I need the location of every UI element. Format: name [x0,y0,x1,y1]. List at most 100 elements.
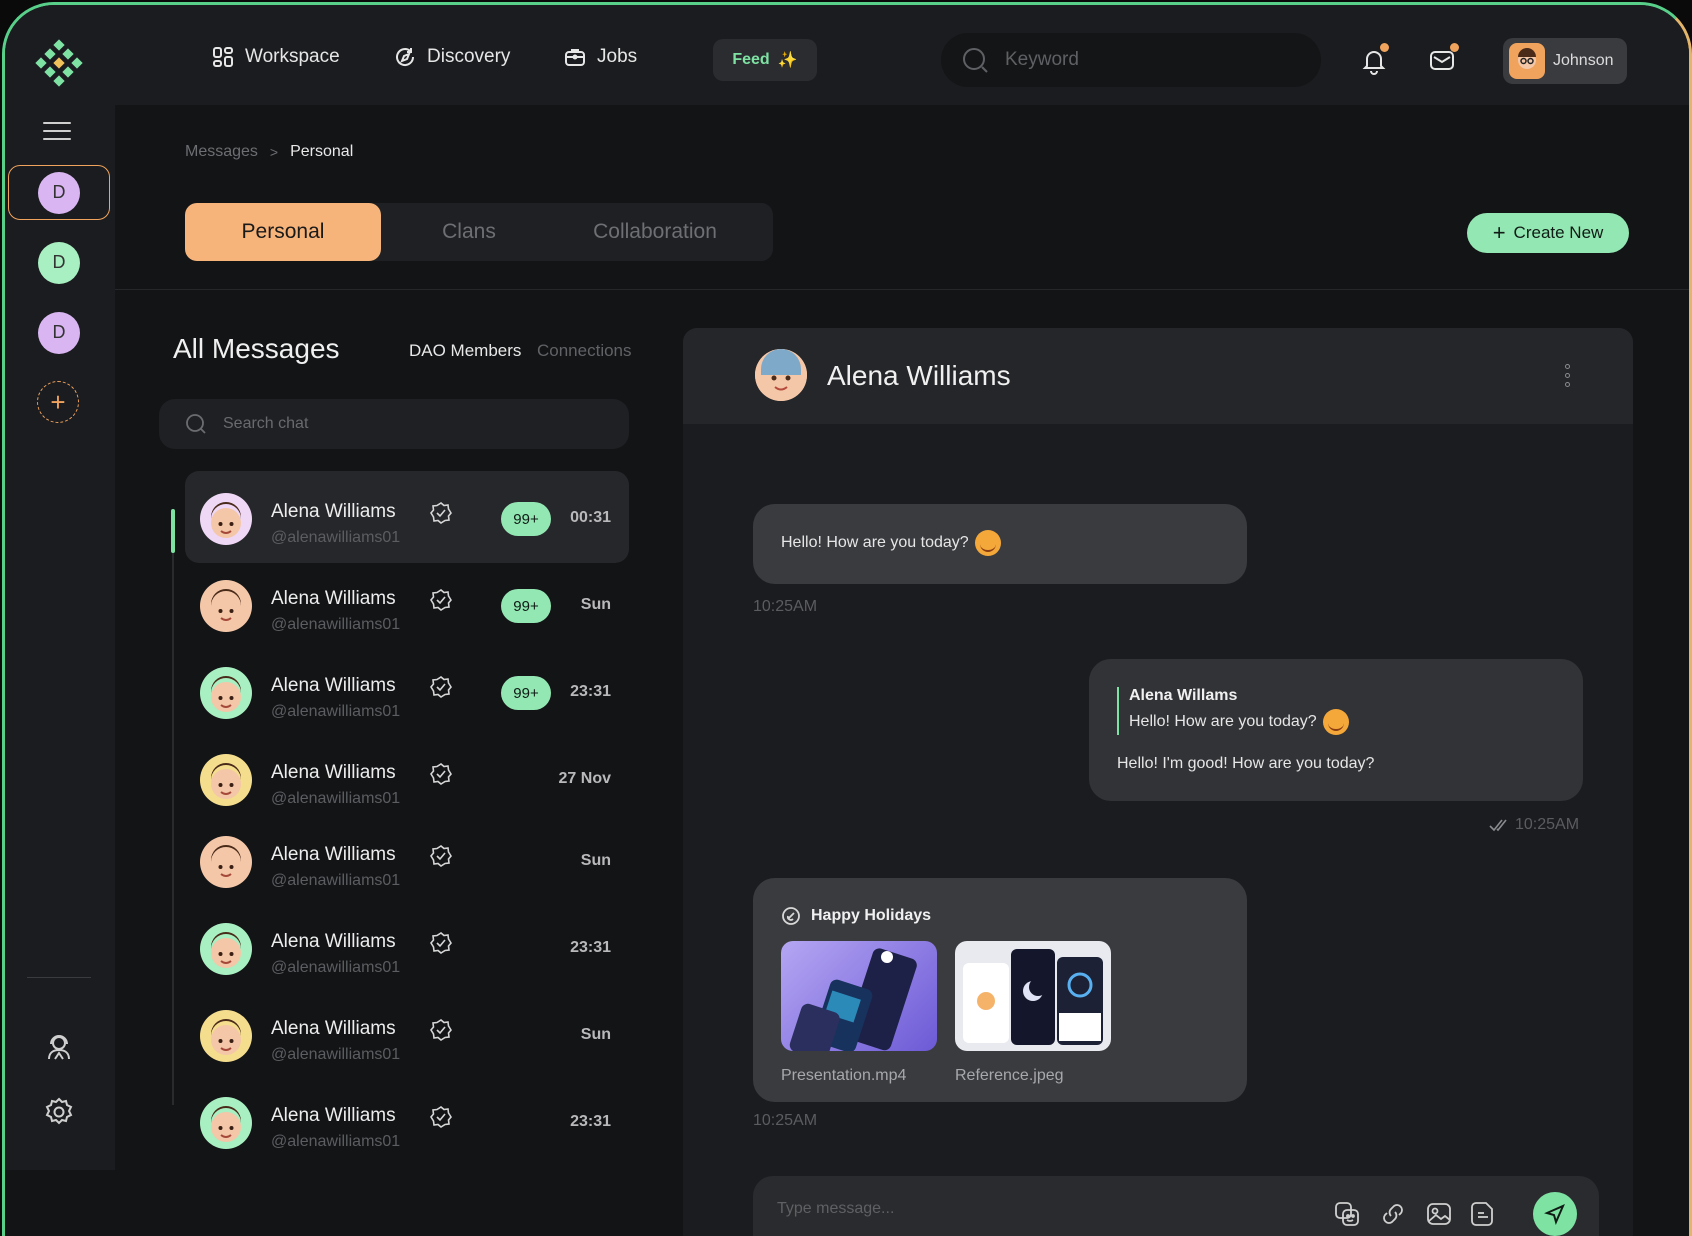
contact-handle: @alenawilliams01 [271,872,401,889]
contact-name: Alena Williams [271,501,396,522]
user-avatar [1509,43,1545,79]
conversation-time: Sun [580,596,611,613]
header-divider [115,289,1689,290]
more-options-icon[interactable] [1565,364,1573,390]
message-dot [1450,43,1459,52]
conversation-item[interactable]: Alena Williams @alenawilliams01 99+ Sun [185,558,629,650]
conversation-item[interactable]: Alena Williams @alenawilliams01 99+ 23:31 [185,645,629,737]
message-text: Hello! I'm good! How are you today? [1117,755,1375,772]
contact-avatar [200,1010,252,1062]
add-workspace-icon[interactable]: + [37,381,79,423]
link-icon[interactable] [1379,1200,1407,1228]
messages-button[interactable] [1427,43,1459,75]
conversation-item[interactable]: Alena Williams @alenawilliams01 Sun [185,988,629,1080]
nav-workspace[interactable]: Workspace [211,45,340,69]
keyword-search-input[interactable] [1005,49,1285,71]
presentation-thumbnail[interactable] [781,941,937,1051]
contact-avatar [200,923,252,975]
contact-avatar [200,667,252,719]
message-input[interactable] [777,1200,1297,1218]
workspace-grid-icon [213,47,233,67]
feed-button[interactable]: Feed ✨ [713,39,817,81]
support-agent-icon[interactable] [43,1031,75,1063]
workspace-item-1[interactable]: D [8,165,110,220]
workspace-item-3[interactable]: D [8,305,110,360]
breadcrumb-messages-link[interactable]: Messages [185,143,258,161]
user-name: Johnson [1553,52,1614,69]
contact-name: Alena Williams [271,588,396,609]
contact-name: Alena Williams [271,931,396,952]
contact-name: Alena Williams [271,844,396,865]
search-chat-input[interactable] [223,415,603,433]
conversation-time: Sun [580,1026,611,1043]
contact-name: Alena Williams [271,1018,396,1039]
filter-dao-members[interactable]: DAO Members [409,341,521,361]
contact-name: Alena Williams [271,1105,396,1126]
sparkles-icon: ✨ [777,52,798,69]
verified-badge-icon [430,676,452,698]
discovery-icon [396,48,415,66]
app-window: D D D + Workspace Discovery Jobs Feed ✨ … [2,2,1692,1236]
conversation-time: 27 Nov [558,770,611,787]
breadcrumb-current: Personal [290,143,354,160]
attachment-filename[interactable]: Reference.jpeg [955,1067,1064,1085]
contact-handle: @alenawilliams01 [271,1133,401,1150]
contact-handle: @alenawilliams01 [271,529,401,546]
quoted-message[interactable]: Alena Willams Hello! How are you today? [1117,687,1349,735]
settings-gear-icon[interactable] [43,1096,75,1128]
conversation-time: 23:31 [570,1113,611,1130]
workspace-avatar: D [38,241,80,284]
verified-badge-icon [430,1106,452,1128]
conversation-item[interactable]: Alena Williams @alenawilliams01 23:31 [185,1075,629,1167]
send-button[interactable] [1533,1192,1577,1236]
nav-discovery[interactable]: Discovery [393,45,510,69]
message-timestamp: 10:25AM [753,1112,818,1129]
attachment-filename[interactable]: Presentation.mp4 [781,1067,906,1085]
conversation-item[interactable]: Alena Williams @alenawilliams01 99+ 00:31 [185,471,629,563]
filter-connections[interactable]: Connections [537,341,632,361]
verified-badge-icon [430,1019,452,1041]
smiling-hearts-emoji-icon [1322,709,1349,735]
tab-personal[interactable]: Personal [185,203,381,261]
message-timestamp: 10:25AM [753,598,818,615]
reference-thumbnail[interactable] [955,941,1111,1051]
search-icon [186,414,206,434]
nav-workspace-label: Workspace [245,46,340,67]
smiling-hearts-emoji-icon [974,530,1001,556]
chevron-right-icon: > [269,144,279,160]
notification-dot [1380,43,1389,52]
create-new-label: Create New [1513,223,1604,242]
hamburger-menu-icon[interactable] [43,122,71,142]
image-icon[interactable] [1425,1200,1453,1228]
conversation-item[interactable]: Alena Williams @alenawilliams01 23:31 [185,901,629,993]
nav-jobs-label: Jobs [597,46,638,67]
tab-collaboration[interactable]: Collaboration [565,203,745,261]
file-icon[interactable] [1469,1200,1497,1228]
workspace-avatar: D [38,171,80,214]
conversation-item[interactable]: Alena Williams @alenawilliams01 Sun [185,814,629,906]
notifications-button[interactable] [1359,43,1389,75]
attachment-title: Happy Holidays [781,906,931,926]
workspace-item-2[interactable]: D [8,235,110,290]
nav-discovery-label: Discovery [427,46,511,67]
app-logo-icon[interactable] [35,39,83,87]
create-new-button[interactable]: + Create New [1467,213,1629,253]
unread-badge: 99+ [501,502,551,536]
global-search[interactable] [941,33,1321,87]
user-profile-chip[interactable]: Johnson [1503,38,1627,84]
chat-search[interactable] [159,399,629,449]
contact-avatar[interactable] [755,349,807,401]
message-tabs: Personal Clans Collaboration [185,203,773,261]
emoji-sticker-icon[interactable] [1333,1200,1361,1228]
conversation-item[interactable]: Alena Williams @alenawilliams01 27 Nov [185,732,629,824]
conversation-time: 23:31 [570,683,611,700]
quoted-author: Alena Willams [1129,687,1238,704]
verified-badge-icon [430,763,452,785]
message-timestamp: 10:25AM [1515,816,1580,833]
send-icon [1544,1204,1565,1225]
feed-label: Feed [732,51,770,68]
breadcrumb: Messages > Personal [185,143,353,161]
tab-clans[interactable]: Clans [395,203,543,261]
nav-jobs[interactable]: Jobs [563,45,637,69]
contact-name: Alena Williams [827,360,1011,391]
